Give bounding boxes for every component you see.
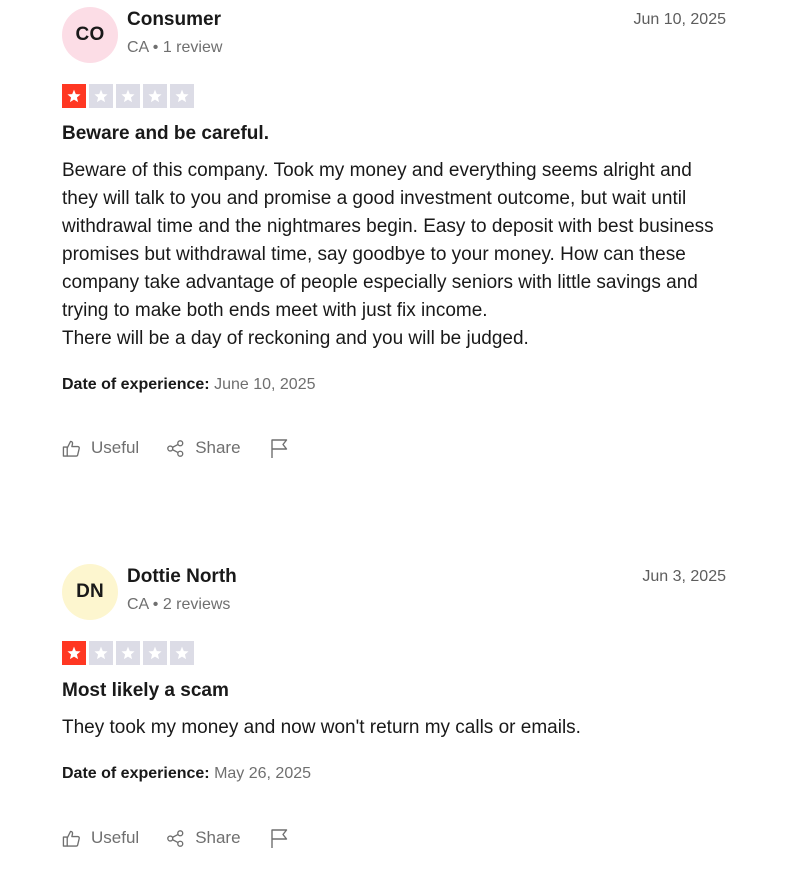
star-icon <box>143 641 167 665</box>
review-card: CO Consumer CA • 1 review Jun 10, 2025 B… <box>62 7 726 460</box>
star-icon <box>170 84 194 108</box>
review-body: Beware of this company. Took my money an… <box>62 160 714 349</box>
star-icon <box>89 84 113 108</box>
reviewer-name[interactable]: Consumer <box>127 9 222 31</box>
useful-label: Useful <box>91 828 140 847</box>
date-of-experience-value: May 26, 2025 <box>214 765 312 782</box>
date-of-experience-label: Date of experience: <box>62 765 210 782</box>
star-icon <box>89 641 113 665</box>
review-card: DN Dottie North CA • 2 reviews Jun 3, 20… <box>62 564 726 850</box>
star-icon <box>62 84 86 108</box>
date-of-experience-value: June 10, 2025 <box>214 376 316 393</box>
date-of-experience: Date of experience: June 10, 2025 <box>62 375 726 394</box>
thumbs-up-icon <box>62 439 81 458</box>
reviewer-info: Dottie North CA • 2 reviews <box>127 566 237 614</box>
review-title[interactable]: Most likely a scam <box>62 680 726 702</box>
star-rating <box>62 84 726 108</box>
star-icon <box>170 641 194 665</box>
reviewer-info: Consumer CA • 1 review <box>127 9 222 57</box>
review-date: Jun 3, 2025 <box>642 568 726 585</box>
star-icon <box>116 84 140 108</box>
useful-button[interactable]: Useful <box>62 828 139 848</box>
star-icon <box>62 641 86 665</box>
review-header: CO Consumer CA • 1 review Jun 10, 2025 <box>62 7 726 64</box>
flag-icon <box>270 828 289 849</box>
reviewer-meta: CA • 1 review <box>127 39 223 56</box>
star-icon <box>143 84 167 108</box>
share-icon <box>166 829 185 848</box>
share-button[interactable]: Share <box>166 828 241 848</box>
flag-icon <box>270 438 289 459</box>
review-title[interactable]: Beware and be careful. <box>62 123 726 145</box>
date-of-experience: Date of experience: May 26, 2025 <box>62 764 726 783</box>
review-date: Jun 10, 2025 <box>633 11 726 28</box>
share-icon <box>166 439 185 458</box>
share-label: Share <box>195 828 241 847</box>
star-icon <box>116 641 140 665</box>
useful-label: Useful <box>91 438 140 457</box>
reviewer-name[interactable]: Dottie North <box>127 566 237 588</box>
review-actions: Useful Share <box>62 826 726 850</box>
reviewer-meta: CA • 2 reviews <box>127 596 231 613</box>
avatar[interactable]: DN <box>62 564 118 620</box>
report-button[interactable] <box>270 828 289 849</box>
date-of-experience-label: Date of experience: <box>62 376 210 393</box>
star-rating <box>62 641 726 665</box>
share-button[interactable]: Share <box>166 438 241 458</box>
avatar[interactable]: CO <box>62 7 118 63</box>
thumbs-up-icon <box>62 829 81 848</box>
review-actions: Useful Share <box>62 436 726 460</box>
review-body: They took my money and now won't return … <box>62 717 581 738</box>
review-header: DN Dottie North CA • 2 reviews Jun 3, 20… <box>62 564 726 621</box>
share-label: Share <box>195 438 241 457</box>
report-button[interactable] <box>270 438 289 459</box>
useful-button[interactable]: Useful <box>62 438 139 458</box>
